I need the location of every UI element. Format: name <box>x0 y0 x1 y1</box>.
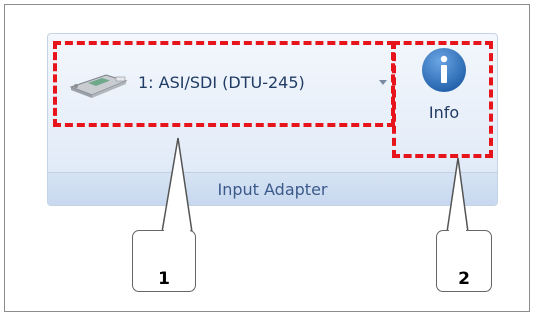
callout-1-number: 1 <box>158 269 170 289</box>
callout-2-number: 2 <box>458 269 470 289</box>
callout-2: 2 <box>436 230 492 292</box>
callout-1: 1 <box>132 230 196 292</box>
callout-2-pointer <box>446 157 469 233</box>
callout-1-pointer <box>161 137 193 233</box>
